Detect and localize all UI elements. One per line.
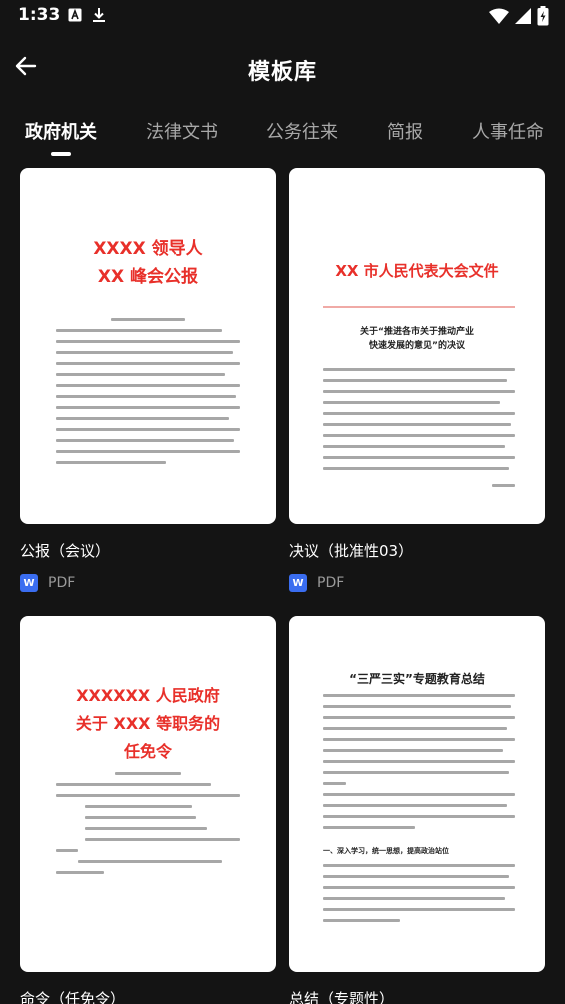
- signal-icon: [515, 8, 531, 28]
- app-bar: 模板库: [0, 36, 565, 100]
- preview-subheading: 关于“推进各市关于推动产业: [360, 327, 474, 337]
- status-bar: 1:33: [0, 0, 565, 32]
- preview-text-lines: [323, 368, 515, 495]
- preview-heading: XXXXXX 人民政府: [76, 686, 220, 705]
- battery-icon: [537, 6, 549, 30]
- tab-indicator: [51, 152, 71, 156]
- word-doc-icon: W: [20, 574, 38, 592]
- status-time: 1:33: [18, 5, 61, 25]
- template-card[interactable]: XX 市人民代表大会文件 关于“推进各市关于推动产业 快速发展的意见”的决议 决…: [289, 168, 545, 592]
- tab-appointment[interactable]: 人事任命: [472, 118, 544, 144]
- preview-heading: XX 市人民代表大会文件: [335, 262, 499, 280]
- preview-text-lines: [323, 694, 515, 837]
- tab-official-correspondence[interactable]: 公务往来: [266, 118, 338, 144]
- category-tabs: 政府机关 法律文书 公务往来 简报 人事任命: [0, 112, 565, 160]
- template-title: 总结（专题性）: [289, 990, 395, 1004]
- template-title: 命令（任免令）: [20, 990, 126, 1004]
- template-thumbnail[interactable]: XXXXXX 人民政府 关于 XXX 等职务的 任免令: [20, 616, 276, 972]
- notification-a-icon: [68, 7, 82, 27]
- preview-text-lines: [56, 772, 240, 882]
- preview-section-heading: 一、深入学习，统一思想，提高政治站位: [323, 847, 449, 855]
- template-format: PDF: [48, 575, 76, 591]
- preview-heading: 关于 XXX 等职务的: [75, 714, 221, 733]
- template-card[interactable]: XXXXXX 人民政府 关于 XXX 等职务的 任免令 命令（任免令）: [20, 616, 276, 1004]
- preview-text-lines: [323, 864, 515, 930]
- word-doc-icon: W: [289, 574, 307, 592]
- tab-government[interactable]: 政府机关: [25, 118, 97, 144]
- template-card[interactable]: “三严三实”专题教育总结 一、深入学习，统一思想，提高政治站位 总结（专题性）: [289, 616, 545, 1004]
- template-card[interactable]: XXXX 领导人 XX 峰会公报 公报（会议） W PDF: [20, 168, 276, 592]
- template-title: 公报（会议）: [20, 542, 111, 560]
- template-meta: W PDF: [20, 574, 75, 592]
- download-icon: [92, 7, 106, 27]
- preview-heading: “三严三实”专题教育总结: [349, 672, 485, 686]
- template-meta: W PDF: [289, 574, 344, 592]
- template-title: 决议（批准性03）: [289, 542, 414, 560]
- preview-subheading: 快速发展的意见”的决议: [369, 341, 465, 351]
- tab-briefing[interactable]: 简报: [387, 118, 423, 144]
- preview-heading: 任免令: [123, 742, 172, 761]
- template-thumbnail[interactable]: “三严三实”专题教育总结 一、深入学习，统一思想，提高政治站位: [289, 616, 545, 972]
- preview-heading: XXXX 领导人: [93, 239, 203, 259]
- preview-red-divider: [323, 306, 515, 308]
- page-title: 模板库: [247, 60, 317, 85]
- template-format: PDF: [317, 575, 345, 591]
- template-thumbnail[interactable]: XX 市人民代表大会文件 关于“推进各市关于推动产业 快速发展的意见”的决议: [289, 168, 545, 524]
- preview-text-lines: [56, 318, 240, 472]
- tab-legal[interactable]: 法律文书: [146, 118, 218, 144]
- preview-heading: XX 峰会公报: [97, 267, 199, 287]
- template-thumbnail[interactable]: XXXX 领导人 XX 峰会公报: [20, 168, 276, 524]
- wifi-icon: [489, 8, 509, 28]
